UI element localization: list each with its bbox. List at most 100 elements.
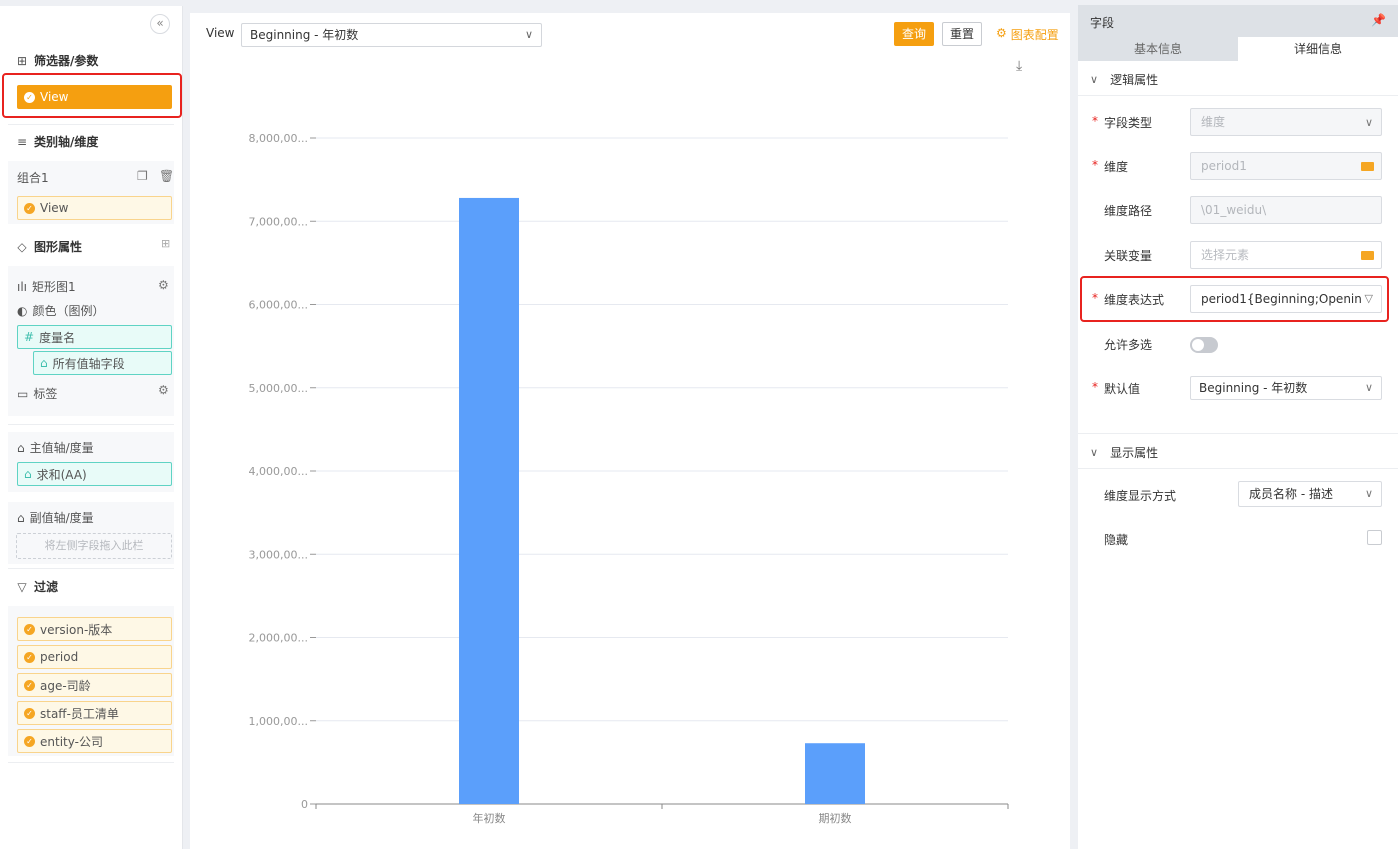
- required-mark: *: [1092, 380, 1098, 394]
- main-axis-pill-label: 求和(AA): [36, 467, 87, 482]
- gear-icon[interactable]: ⚙: [158, 278, 169, 292]
- linked-variable-placeholder: 选择元素: [1201, 248, 1250, 262]
- tab-basic-info[interactable]: 基本信息: [1078, 37, 1238, 61]
- main-axis-text: 主值轴/度量: [29, 441, 94, 455]
- chevron-down-icon: ∨: [1364, 116, 1373, 129]
- bar: [805, 743, 865, 804]
- folder-icon[interactable]: [1361, 251, 1374, 260]
- display-mode-value: 成员名称 - 描述: [1249, 487, 1333, 501]
- filters-section-title: ⊞ 筛选器/参数: [16, 52, 98, 69]
- color-legend-label: ◐ 颜色（图例）: [17, 302, 105, 319]
- all-value-fields-label: 所有值轴字段: [52, 356, 125, 371]
- field-type-select: 维度 ∨: [1190, 108, 1382, 136]
- measure-name-label: 度量名: [39, 330, 76, 345]
- divider: [1078, 95, 1398, 96]
- check-circle-icon: ✓: [24, 623, 35, 635]
- chevron-down-icon: ∨: [1364, 487, 1373, 500]
- filter-item[interactable]: ✓ period: [17, 645, 172, 669]
- divider: [1078, 468, 1398, 469]
- required-mark: *: [1092, 158, 1098, 172]
- filter-item[interactable]: ✓ age-司龄: [17, 673, 172, 697]
- palette-icon: ◐: [17, 303, 28, 318]
- tag-icon: ⌂: [17, 510, 25, 525]
- y-tick-label: 8,000,00...: [249, 132, 308, 145]
- filter-item[interactable]: ✓ entity-公司: [17, 729, 172, 753]
- dimension-path-field: \01_weidu\: [1190, 196, 1382, 224]
- filter-item-label: period: [40, 650, 79, 664]
- field-type-label: 字段类型: [1104, 116, 1153, 130]
- filter-item-label: age-司龄: [40, 678, 91, 693]
- list-icon: ≡: [16, 134, 28, 149]
- filter-item-label: version-版本: [40, 622, 113, 637]
- chart-area: View Beginning - 年初数 ∨ 查询 重置 ⚙ 图表配置 ⤓ 01…: [190, 13, 1070, 849]
- category-axis-title: ≡ 类别轴/维度: [16, 133, 98, 150]
- check-circle-icon: ✓: [24, 651, 35, 663]
- shape-title-text: 图形属性: [34, 240, 83, 254]
- grid-icon: ⊞: [16, 53, 28, 68]
- double-chevron-left-icon: «: [156, 16, 164, 30]
- label-label: ▭ 标签: [17, 385, 57, 402]
- tag-icon: ⌂: [17, 440, 25, 455]
- copy-icon[interactable]: ❐: [137, 169, 148, 183]
- logic-group-title: 逻辑属性: [1110, 73, 1159, 87]
- dimension-label: 维度: [1104, 160, 1129, 174]
- panel-title: 字段: [1090, 16, 1115, 30]
- filter-item-label: staff-员工清单: [40, 706, 119, 721]
- all-value-fields-pill[interactable]: ⌂ 所有值轴字段: [33, 351, 172, 375]
- chevron-down-icon: ∨: [1364, 381, 1373, 394]
- y-tick-label: 4,000,00...: [249, 465, 308, 478]
- default-value-select[interactable]: Beginning - 年初数 ∨: [1190, 376, 1382, 400]
- collapse-panel-button[interactable]: «: [150, 14, 170, 34]
- y-tick-label: 6,000,00...: [249, 299, 308, 312]
- chevron-down-icon: ∨: [1090, 73, 1099, 86]
- bar-chart: 0 1,000,00... 2,000,00... 3,000,00... 4,000,…: [249, 132, 1009, 825]
- linked-variable-label: 关联变量: [1104, 249, 1153, 263]
- filter-item[interactable]: ✓ version-版本: [17, 617, 172, 641]
- check-circle-icon: ✓: [24, 707, 35, 719]
- pin-icon[interactable]: 📌: [1371, 13, 1386, 27]
- linked-variable-field[interactable]: 选择元素: [1190, 241, 1382, 269]
- add-icon[interactable]: ⊞: [161, 237, 170, 250]
- bar-chart-icon: ılı: [17, 279, 28, 294]
- sub-axis-text: 副值轴/度量: [29, 511, 94, 525]
- main-axis-pill[interactable]: ⌂ 求和(AA): [17, 462, 172, 486]
- y-tick-label: 7,000,00...: [249, 215, 308, 228]
- field-type-value: 维度: [1201, 115, 1226, 129]
- color-legend-text: 颜色（图例）: [32, 304, 105, 318]
- measure-name-pill[interactable]: # 度量名: [17, 325, 172, 349]
- sub-axis-drop-zone[interactable]: 将左侧字段拖入此栏: [16, 533, 172, 559]
- required-mark: *: [1092, 114, 1098, 128]
- check-circle-icon: ✓: [24, 735, 35, 747]
- gear-icon[interactable]: ⚙: [158, 383, 169, 397]
- dimension-field: period1: [1190, 152, 1382, 180]
- y-tick-label: 1,000,00...: [249, 715, 308, 728]
- divider: [8, 424, 174, 425]
- y-tick-label: 0: [301, 798, 308, 811]
- tab-detail-info[interactable]: 详细信息: [1238, 37, 1398, 61]
- allow-multi-toggle[interactable]: [1190, 337, 1218, 353]
- default-value-label: 默认值: [1104, 382, 1141, 396]
- display-mode-select[interactable]: 成员名称 - 描述 ∨: [1238, 481, 1382, 507]
- hidden-checkbox[interactable]: [1367, 530, 1382, 545]
- left-panel: « ⊞ 筛选器/参数 ✓ View ≡ 类别轴/维度 组合1 ❐ 🗑 ✓ Vie…: [0, 6, 183, 849]
- folder-icon[interactable]: [1361, 162, 1374, 171]
- divider: [8, 124, 174, 125]
- rect-chart-label[interactable]: ılı 矩形图1: [17, 278, 76, 295]
- filter-item[interactable]: ✓ staff-员工清单: [17, 701, 172, 725]
- shapes-icon: ◇: [17, 239, 27, 254]
- display-group-header[interactable]: ∨ 显示属性: [1090, 444, 1158, 461]
- filter-item-label: entity-公司: [40, 734, 103, 749]
- shape-properties-title: ◇ 图形属性: [16, 238, 82, 255]
- delete-icon[interactable]: 🗑: [159, 169, 174, 183]
- filters-title-text: 筛选器/参数: [34, 54, 99, 68]
- x-tick-label: 期初数: [819, 811, 852, 825]
- group-pill-label: View: [40, 201, 69, 215]
- bar: [459, 197, 519, 804]
- chevron-down-icon: ∨: [1090, 446, 1099, 459]
- y-tick-label: 2,000,00...: [249, 632, 308, 645]
- rect-chart-text: 矩形图1: [32, 280, 76, 294]
- field-properties-panel: 字段 📌 基本信息 详细信息 ∨ 逻辑属性 * 字段类型 维度 ∨ * 维度 p…: [1078, 5, 1398, 849]
- dimension-path-value: \01_weidu\: [1201, 203, 1267, 217]
- group-pill-view[interactable]: ✓ View: [17, 196, 172, 220]
- logic-group-header[interactable]: ∨ 逻辑属性: [1090, 71, 1158, 88]
